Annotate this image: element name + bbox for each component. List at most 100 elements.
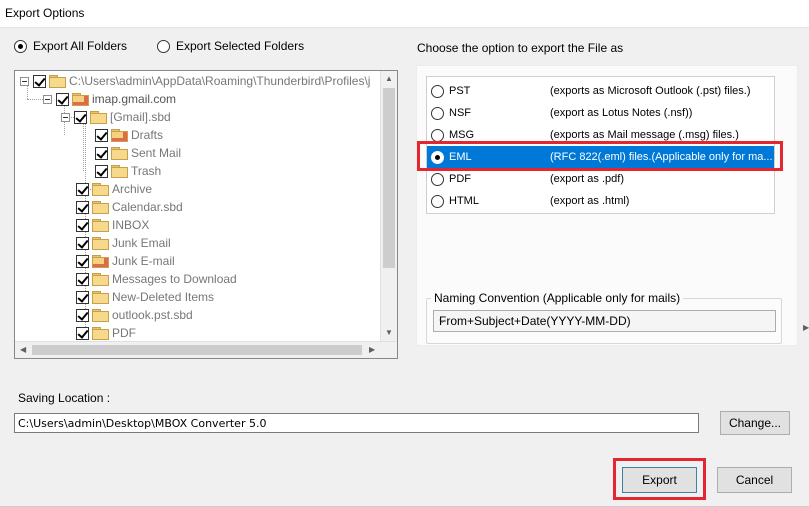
- export-selected-folders-radio[interactable]: Export Selected Folders: [157, 39, 304, 53]
- tree-item-label: Trash: [131, 164, 162, 178]
- tree-item-label: outlook.pst.sbd: [112, 308, 193, 322]
- checkbox[interactable]: [76, 272, 89, 286]
- format-name: MSG: [449, 129, 475, 141]
- checkbox[interactable]: [95, 128, 108, 142]
- checkbox[interactable]: [74, 110, 87, 124]
- tree-horizontal-scrollbar[interactable]: ◀ ▶: [15, 341, 397, 358]
- tree-account[interactable]: imap.gmail.com: [43, 90, 176, 108]
- export-all-folders-radio[interactable]: Export All Folders: [14, 39, 127, 53]
- tree-item[interactable]: outlook.pst.sbd: [76, 306, 193, 324]
- checkbox[interactable]: [76, 326, 89, 340]
- export-all-folders-label: Export All Folders: [33, 39, 128, 53]
- export-format-heading: Choose the option to export the File as: [417, 41, 624, 55]
- format-desc: (export as Lotus Notes (.nsf)): [550, 107, 693, 119]
- format-desc: (export as .pdf): [550, 173, 624, 185]
- scroll-right-icon[interactable]: ▶: [803, 323, 809, 332]
- tree-vertical-scrollbar[interactable]: ▲ ▼: [380, 71, 397, 342]
- folder-icon: [92, 183, 109, 196]
- tree-item[interactable]: PDF: [76, 324, 136, 342]
- change-location-button[interactable]: Change...: [720, 411, 790, 435]
- tree-item-label: Junk E-mail: [112, 254, 175, 268]
- format-name: HTML: [449, 195, 479, 207]
- format-name: NSF: [449, 107, 471, 119]
- scroll-thumb[interactable]: [32, 345, 362, 355]
- tree-item-label: New-Deleted Items: [112, 290, 215, 304]
- tree-gmail[interactable]: [Gmail].sbd: [61, 108, 171, 126]
- format-name: PDF: [449, 173, 471, 185]
- export-selected-folders-label: Export Selected Folders: [176, 39, 305, 53]
- format-option-html[interactable]: HTML (export as .html): [427, 190, 774, 212]
- folder-icon: [111, 147, 128, 160]
- folder-icon: [49, 75, 66, 88]
- scroll-thumb[interactable]: [383, 88, 395, 268]
- naming-convention-label: Naming Convention (Applicable only for m…: [431, 291, 684, 305]
- checkbox[interactable]: [76, 200, 89, 214]
- folder-icon: [92, 201, 109, 214]
- folder-tree[interactable]: C:\Users\admin\AppData\Roaming\Thunderbi…: [14, 70, 398, 359]
- folder-icon: [111, 165, 128, 178]
- checkbox[interactable]: [95, 146, 108, 160]
- format-option-nsf[interactable]: NSF (export as Lotus Notes (.nsf)): [427, 102, 774, 124]
- checkbox[interactable]: [95, 164, 108, 178]
- tree-item[interactable]: Sent Mail: [95, 144, 181, 162]
- radio-icon: [14, 39, 27, 53]
- folder-icon: [92, 273, 109, 286]
- radio-icon: [431, 84, 444, 98]
- checkbox[interactable]: [76, 218, 89, 232]
- tree-item[interactable]: Trash: [95, 162, 161, 180]
- format-option-pst[interactable]: PST (exports as Microsoft Outlook (.pst)…: [427, 80, 774, 102]
- tree-item-label: Sent Mail: [131, 146, 182, 160]
- title-bar: Export Options: [0, 0, 809, 28]
- folder-icon: [92, 237, 109, 250]
- tree-item-label: Drafts: [131, 128, 164, 142]
- tree-root-label: C:\Users\admin\AppData\Roaming\Thunderbi…: [69, 74, 371, 88]
- radio-icon: [431, 128, 444, 142]
- junk-folder-icon: [92, 255, 109, 268]
- tree-item-label: PDF: [112, 326, 136, 340]
- checkbox[interactable]: [76, 308, 89, 322]
- scroll-left-icon[interactable]: ◀: [20, 346, 26, 354]
- tree-item[interactable]: Archive: [76, 180, 152, 198]
- collapse-icon[interactable]: [20, 76, 29, 86]
- tree-item-label: Messages to Download: [112, 272, 237, 286]
- tree-item[interactable]: Drafts: [95, 126, 163, 144]
- cancel-button[interactable]: Cancel: [717, 467, 792, 493]
- drafts-folder-icon: [111, 129, 128, 142]
- collapse-icon[interactable]: [61, 112, 70, 122]
- tree-item[interactable]: Junk Email: [76, 234, 171, 252]
- format-desc: (exports as Mail message (.msg) files.): [550, 129, 739, 141]
- tree-item[interactable]: Calendar.sbd: [76, 198, 183, 216]
- tree-item-label: Archive: [112, 182, 153, 196]
- checkbox[interactable]: [76, 236, 89, 250]
- eml-highlight-box: [417, 141, 783, 171]
- saving-location-label: Saving Location :: [18, 391, 111, 405]
- tree-root[interactable]: C:\Users\admin\AppData\Roaming\Thunderbi…: [20, 72, 370, 90]
- scroll-up-icon[interactable]: ▲: [385, 75, 393, 83]
- checkbox[interactable]: [56, 92, 69, 106]
- tree-item[interactable]: INBOX: [76, 216, 149, 234]
- tree-item[interactable]: Messages to Download: [76, 270, 237, 288]
- checkbox[interactable]: [33, 74, 46, 88]
- format-name: PST: [449, 85, 471, 97]
- tree-item-label: Junk Email: [112, 236, 171, 250]
- tree-item[interactable]: New-Deleted Items: [76, 288, 214, 306]
- scroll-down-icon[interactable]: ▼: [385, 329, 393, 337]
- radio-icon: [431, 194, 444, 208]
- naming-convention-select[interactable]: From+Subject+Date(YYYY-MM-DD) ⌵: [433, 310, 776, 332]
- window-title: Export Options: [5, 6, 85, 20]
- format-option-pdf[interactable]: PDF (export as .pdf): [427, 168, 774, 190]
- tree-item-label: Calendar.sbd: [112, 200, 183, 214]
- checkbox[interactable]: [76, 254, 89, 268]
- collapse-icon[interactable]: [43, 94, 52, 104]
- folder-icon: [92, 309, 109, 322]
- tree-item[interactable]: Junk E-mail: [76, 252, 175, 270]
- checkbox[interactable]: [76, 290, 89, 304]
- checkbox[interactable]: [76, 182, 89, 196]
- scroll-right-icon[interactable]: ▶: [369, 346, 375, 354]
- radio-icon: [431, 106, 444, 120]
- tree-item-label: INBOX: [112, 218, 150, 232]
- saving-location-input[interactable]: C:\Users\admin\Desktop\MBOX Converter 5.…: [14, 413, 699, 433]
- folder-icon: [92, 219, 109, 232]
- folder-icon: [92, 291, 109, 304]
- radio-icon: [431, 172, 444, 186]
